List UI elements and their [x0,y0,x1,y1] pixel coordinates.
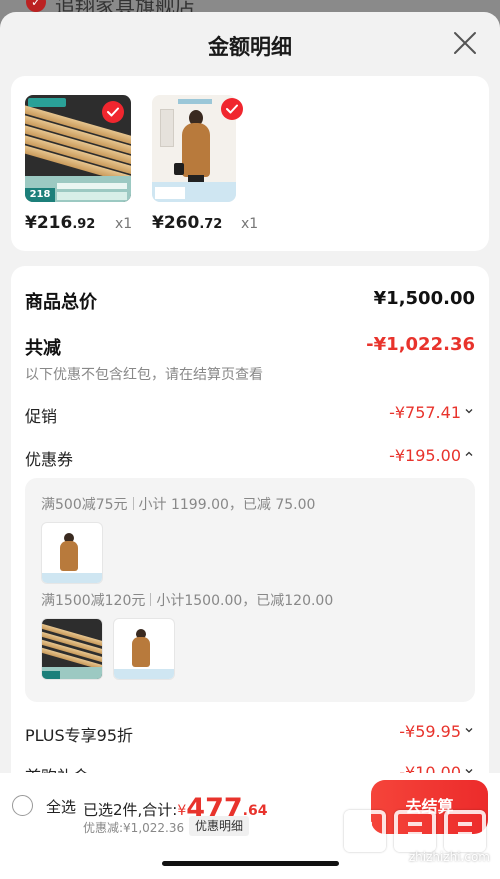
product-price: ¥260.72 [152,213,223,233]
store-icon: ✓ [26,0,46,12]
coupon-rule-line: 满500减75元 小计 1199.00，已减 75.00 [41,497,316,513]
chevron-down-icon [465,728,473,733]
sheet-header: 金额明细 [0,12,500,76]
product-price-tag: 218 [25,188,55,202]
goods-total-label: 商品总价 [25,292,97,313]
home-indicator [162,861,339,866]
product-price: ¥216.92 [25,213,96,233]
coupon-product-thumb-slats [41,618,103,680]
coat-illustration [182,123,210,177]
product-item[interactable]: ¥260.72 x1 [152,95,258,233]
product-qty: x1 [241,216,259,232]
page-title: 金额明细 [208,35,292,59]
chevron-up-icon [465,451,473,456]
total-reduction-label: 共减 [25,338,61,359]
product-qty: x1 [115,216,133,232]
product-price-tag [155,187,185,199]
coupon-product-thumb-coat [41,522,103,584]
plus-discount-label: PLUS专享95折 [25,726,133,745]
checked-icon[interactable] [102,101,124,123]
chevron-down-icon [465,409,473,414]
coupon-details-panel: 满500减75元 小计 1199.00，已减 75.00 满1500减120元 小计… [25,478,475,702]
watermark-text: zhizhizhi.com [408,850,490,864]
amount-detail-sheet: 金额明细 218 ¥216.92 x1 ¥260.72 x1 商品总价 ¥1,5… [0,12,500,879]
checked-icon[interactable] [221,98,243,120]
total-reduction-value: -¥1,022.36 [366,334,475,355]
site-watermark: zhizhizhi.com [344,810,494,864]
reduction-note: 以下优惠不包含红包，请在结算页查看 [25,367,263,383]
brand-logo [28,98,66,107]
product-item[interactable]: 218 ¥216.92 x1 [25,95,132,233]
coupon-product-thumb-coat [113,618,175,680]
coupon-rule-line: 满1500减120元 小计1500.00，已减120.00 [41,593,334,609]
coupon-label: 优惠券 [25,450,74,469]
selected-products-card: 218 ¥216.92 x1 ¥260.72 x1 [11,76,489,251]
select-all-radio[interactable] [12,795,33,816]
close-icon[interactable] [450,28,480,58]
promotion-label: 促销 [25,407,58,426]
goods-total-value: ¥1,500.00 [373,288,475,309]
discount-summary: 优惠减:¥1,022.36 [83,821,185,835]
brand-logo [178,99,212,104]
product-image-bed-slats[interactable]: 218 [25,95,131,202]
select-all-label[interactable]: 全选 [46,796,76,817]
discount-detail-button[interactable]: 优惠明细 [189,816,250,836]
